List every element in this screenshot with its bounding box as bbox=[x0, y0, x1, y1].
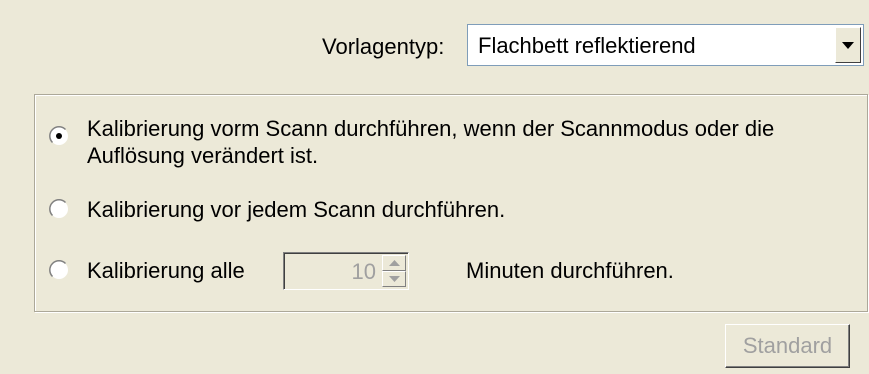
interval-spinner[interactable]: 10 bbox=[283, 252, 409, 290]
calibration-group: Kalibrierung vorm Scann durchführen, wen… bbox=[34, 94, 868, 312]
template-type-dropdown[interactable]: Flachbett reflektierend bbox=[467, 24, 864, 66]
radio-label-calibrate-interval: Kalibrierung alle bbox=[87, 258, 245, 283]
spinner-buttons bbox=[382, 255, 406, 287]
radio-label-calibrate-every-scan: Kalibrierung vor jedem Scann durchführen… bbox=[87, 197, 506, 222]
chevron-down-icon bbox=[389, 276, 400, 282]
interval-suffix-label: Minuten durchführen. bbox=[466, 258, 674, 283]
radio-button-icon[interactable] bbox=[49, 199, 69, 219]
radio-button-icon[interactable] bbox=[49, 260, 69, 280]
standard-button[interactable]: Standard bbox=[725, 324, 850, 368]
template-type-label: Vorlagentyp: bbox=[322, 34, 445, 59]
chevron-down-icon bbox=[842, 42, 854, 49]
radio-button-selected-icon[interactable] bbox=[49, 126, 69, 146]
radio-label-calibrate-on-change-line1: Kalibrierung vorm Scann durchführen, wen… bbox=[87, 116, 775, 141]
spinner-down-button[interactable] bbox=[382, 271, 406, 287]
template-type-value: Flachbett reflektierend bbox=[478, 33, 696, 58]
template-type-row: Vorlagentyp: Flachbett reflektierend bbox=[0, 0, 869, 80]
interval-value: 10 bbox=[351, 259, 376, 284]
dropdown-button[interactable] bbox=[835, 27, 861, 63]
spinner-up-button[interactable] bbox=[382, 255, 406, 271]
radio-label-calibrate-on-change-line2: Auflösung verändert ist. bbox=[87, 143, 319, 168]
chevron-up-icon bbox=[389, 260, 400, 266]
